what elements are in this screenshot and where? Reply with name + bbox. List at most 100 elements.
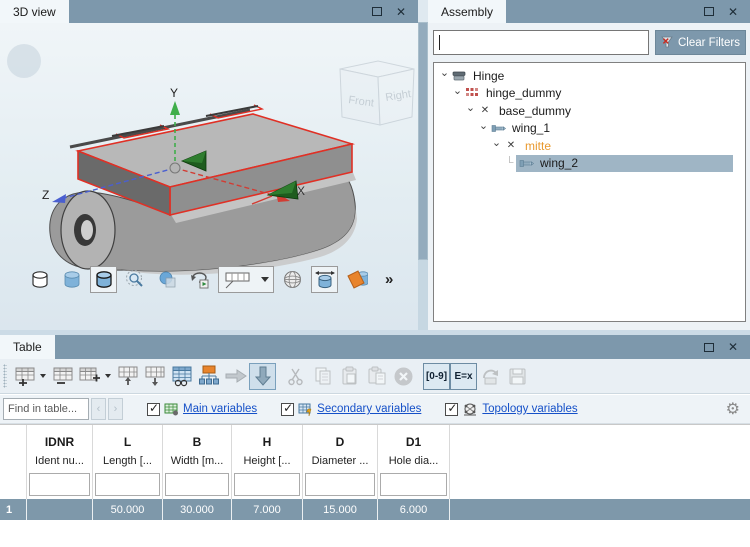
column-header[interactable]: H (232, 425, 303, 450)
tree-item-base-dummy[interactable]: base_dummy (434, 102, 745, 120)
maximize-icon[interactable] (704, 343, 714, 352)
column-filter-input[interactable] (95, 473, 160, 496)
cancel-button[interactable] (390, 363, 417, 390)
transfer-right-button[interactable] (222, 363, 249, 390)
cell-h[interactable]: 7.000 (232, 499, 303, 520)
reload-button[interactable] (477, 363, 504, 390)
column-description: Height [... (232, 450, 303, 471)
secondary-variables-checkbox[interactable] (281, 403, 294, 416)
tree-item-mitte[interactable]: mitte (434, 137, 745, 155)
expand-chevron-icon[interactable] (464, 104, 477, 117)
tree-item-label[interactable]: base_dummy (496, 104, 574, 118)
tree-item-label[interactable]: wing_2 (537, 156, 581, 170)
paste-insert-button[interactable] (363, 363, 390, 390)
tree-selection-highlight[interactable]: wing_2 (516, 155, 733, 172)
table-remove-icon (52, 366, 74, 386)
tree-item-hinge[interactable]: Hinge (434, 67, 745, 85)
column-header[interactable]: IDNR (27, 425, 93, 450)
cut-button[interactable] (282, 363, 309, 390)
shaded-edges-mode-button[interactable] (90, 266, 117, 293)
expand-chevron-icon[interactable] (477, 122, 490, 135)
tab-table[interactable]: Table (0, 335, 55, 359)
section-view-button[interactable] (343, 266, 370, 293)
add-row-button[interactable] (11, 363, 38, 390)
expand-chevron-icon[interactable] (451, 87, 464, 100)
shaded-mode-button[interactable] (58, 266, 85, 293)
tree-item-hinge-dummy[interactable]: hinge_dummy (434, 85, 745, 103)
move-row-down-button[interactable] (141, 363, 168, 390)
main-variables-link[interactable]: Main variables (183, 403, 257, 415)
measure-button[interactable] (311, 266, 338, 293)
column-filter-input[interactable] (380, 473, 447, 496)
assembly-filter-input[interactable] (433, 30, 649, 55)
tree-item-label[interactable]: mitte (522, 139, 554, 153)
column-header[interactable]: B (163, 425, 232, 450)
add-column-button[interactable] (76, 363, 103, 390)
transparency-button[interactable] (154, 266, 181, 293)
toolbar-grip[interactable] (3, 364, 7, 388)
column-header[interactable]: D (303, 425, 378, 450)
tree-item-label[interactable]: wing_1 (509, 121, 553, 135)
secondary-variables-link[interactable]: Secondary variables (317, 403, 421, 415)
add-row-dropdown-icon[interactable] (38, 374, 47, 378)
tab-3d-view[interactable]: 3D view (0, 0, 69, 23)
table-row-selected[interactable]: 1 50.000 30.000 7.000 15.000 6.000 (0, 499, 750, 520)
topology-variables-checkbox[interactable] (445, 403, 458, 416)
find-in-table-input[interactable] (3, 398, 89, 420)
move-row-up-button[interactable] (114, 363, 141, 390)
column-header[interactable]: D1 (378, 425, 450, 450)
column-header[interactable]: L (93, 425, 163, 450)
row-number[interactable]: 1 (0, 499, 27, 520)
column-description: Hole dia... (378, 450, 450, 471)
column-filter-input[interactable] (29, 473, 90, 496)
paste-button[interactable] (336, 363, 363, 390)
column-filter-input[interactable] (234, 473, 300, 496)
zoom-select-button[interactable] (122, 266, 149, 293)
cell-idnr[interactable] (27, 499, 93, 520)
wireframe-mode-button[interactable] (26, 266, 53, 293)
cell-d[interactable]: 15.000 (303, 499, 378, 520)
expand-chevron-icon[interactable] (438, 69, 451, 82)
transfer-down-button[interactable] (249, 363, 276, 390)
save-button[interactable] (504, 363, 531, 390)
find-previous-button[interactable]: ‹ (91, 398, 106, 420)
expand-chevron-icon[interactable] (490, 139, 503, 152)
vertical-scrollbar[interactable] (418, 0, 428, 330)
tree-item-label[interactable]: hinge_dummy (483, 86, 564, 100)
main-variables-checkbox[interactable] (147, 403, 160, 416)
annotation-tool-button[interactable] (218, 266, 274, 293)
tree-item-label[interactable]: Hinge (470, 69, 507, 83)
column-filter-input[interactable] (305, 473, 375, 496)
animate-rotation-button[interactable] (186, 266, 213, 293)
column-filter-input[interactable] (165, 473, 229, 496)
cell-b[interactable]: 30.000 (163, 499, 232, 520)
find-next-button[interactable]: › (108, 398, 123, 420)
tree-item-wing-1[interactable]: wing_1 (434, 120, 745, 138)
maximize-icon[interactable] (704, 7, 714, 16)
close-icon[interactable] (396, 6, 406, 18)
delete-row-button[interactable] (49, 363, 76, 390)
formula-display-toggle[interactable]: E=x (450, 363, 477, 390)
topology-variables-link[interactable]: Topology variables (482, 403, 577, 415)
maximize-icon[interactable] (372, 7, 382, 16)
annotation-dropdown-icon[interactable] (261, 277, 269, 282)
scrollbar-thumb[interactable] (418, 22, 428, 260)
table-settings-gear-icon[interactable] (726, 399, 740, 419)
table-view-button[interactable] (168, 363, 195, 390)
add-column-dropdown-icon[interactable] (103, 374, 112, 378)
view-cube[interactable]: Front Right (340, 61, 414, 125)
close-icon[interactable] (728, 341, 738, 353)
clear-filters-button[interactable]: Clear Filters (655, 30, 746, 55)
cell-l[interactable]: 50.000 (93, 499, 163, 520)
mesh-view-button[interactable] (279, 266, 306, 293)
close-icon[interactable] (728, 6, 738, 18)
tab-assembly[interactable]: Assembly (428, 0, 506, 23)
copy-button[interactable] (309, 363, 336, 390)
tree-item-wing-2[interactable]: wing_2 (434, 155, 745, 173)
numeric-format-toggle[interactable]: [0-9] (423, 363, 450, 390)
toolbar-more-button[interactable]: » (385, 271, 392, 288)
arrow-down-icon (254, 365, 272, 387)
cell-d1[interactable]: 6.000 (378, 499, 450, 520)
tree-structure-button[interactable] (195, 363, 222, 390)
3d-viewport[interactable]: Front Right Y (0, 23, 418, 330)
